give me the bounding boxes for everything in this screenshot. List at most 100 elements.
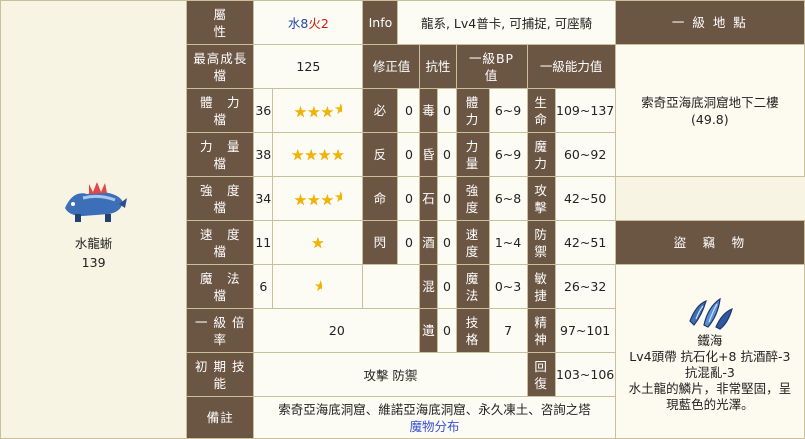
star-icon: ★ — [311, 233, 325, 252]
resist-label: 酒 — [419, 220, 439, 265]
resist-label: 昏 — [419, 132, 439, 177]
resist-label: 石 — [419, 176, 439, 221]
star-icon: ★ — [320, 103, 335, 121]
monster-name: 水龍蜥 — [74, 235, 113, 251]
mod-label: 反 — [362, 132, 399, 177]
resist-value: 0 — [437, 220, 457, 265]
scale-item-icon — [689, 297, 733, 330]
stat-stars: ★★★★ — [272, 132, 364, 177]
stat-value: 11 — [253, 220, 274, 265]
resist-value: 0 — [437, 132, 457, 177]
bp-label: 力 量 — [465, 138, 480, 171]
notes-value: 索奇亞海底洞窟、維諾亞海底洞窟、永久凍土、咨詢之塔 — [278, 401, 591, 417]
bp-label: 魔 法 — [465, 270, 480, 303]
ability-label: 攻 擊 — [534, 182, 548, 215]
monster-distribution-link[interactable]: 魔物分布 — [255, 418, 614, 435]
resist-value: 0 — [437, 308, 457, 353]
bp-value: 7 — [488, 308, 528, 353]
star-icon: ★ — [307, 191, 321, 209]
ability-value: 42~50 — [554, 176, 616, 221]
level-mult-label: 一 級 倍 率 — [195, 314, 246, 347]
ability-value: 109~137 — [554, 88, 616, 133]
mod-label: 必 — [362, 88, 399, 133]
info-label: Info — [362, 0, 399, 45]
star-icon: ★ — [320, 191, 335, 209]
steal-item-cell: 鐵海 Lv4頭帶 抗石化+8 抗酒醉-3 抗混亂-3 水土龍的鱗片，非常堅固，呈… — [614, 264, 805, 439]
monster-number: 139 — [81, 254, 106, 270]
stat-value: 38 — [253, 132, 274, 177]
bp-value: 6~9 — [488, 88, 528, 133]
star-icon: ★ — [304, 145, 318, 164]
steal-item-stats: Lv4頭帶 抗石化+8 抗酒醉-3 抗混亂-3 — [629, 348, 791, 380]
resist-label: 毒 — [419, 88, 439, 133]
monster-cell: 水龍蜥 139 — [0, 0, 188, 439]
attr-label: 屬 性 — [213, 6, 228, 39]
steal-item-desc: 水土龍的鱗片，非常堅固，呈 現藍色的光澤。 — [628, 380, 792, 412]
skills-value: 攻擊 防禦 — [253, 352, 528, 397]
empty-mod-cell — [362, 264, 421, 309]
bp-value: 0~3 — [488, 264, 528, 309]
bp-label: 體 力 — [465, 94, 480, 127]
star-icon: ★ — [307, 103, 321, 121]
bp-label: 技 格 — [465, 314, 480, 347]
resist-label: 混 — [419, 264, 439, 309]
ability-header: 一級能力值 — [526, 44, 616, 89]
half-star-icon: ★ — [334, 189, 342, 205]
bp-value: 6~8 — [488, 176, 528, 221]
skills-label: 初 期 技 能 — [195, 358, 246, 391]
stat-value: 34 — [253, 176, 274, 221]
growth-label: 最高成長 檔 — [193, 50, 248, 83]
bp-label: 強 度 — [465, 182, 480, 215]
notes-cell: 索奇亞海底洞窟、維諾亞海底洞窟、永久凍土、咨詢之塔 魔物分布 — [253, 396, 616, 439]
attr-value: 水8火2 — [253, 0, 364, 45]
star-icon: ★ — [317, 145, 332, 164]
mod-label: 命 — [362, 176, 399, 221]
bp-header: 一級BP 值 — [468, 50, 515, 83]
ability-value: 97~101 — [554, 308, 616, 353]
resist-value: 0 — [437, 88, 457, 133]
stat-label: 速 度 檔 — [200, 226, 241, 259]
stat-stars: ★ — [272, 264, 364, 309]
star-icon: ★ — [331, 145, 345, 164]
stat-label: 體 力 檔 — [200, 94, 241, 127]
ability-label: 回 復 — [534, 358, 548, 391]
bp-value: 6~9 — [488, 132, 528, 177]
stat-label: 強 度 檔 — [200, 182, 241, 215]
mod-value: 0 — [397, 176, 421, 221]
ability-label: 敏 捷 — [534, 270, 548, 303]
resist-label: 遺 — [419, 308, 439, 353]
stat-value: 6 — [253, 264, 274, 309]
ability-label: 精 神 — [534, 314, 548, 347]
star-icon: ★ — [293, 103, 308, 121]
half-star-icon: ★ — [314, 278, 322, 294]
growth-value: 125 — [253, 44, 364, 89]
monster-stat-table: 水龍蜥 139 屬 性 水8火2 Info 龍系, Lv4普卡, 可捕捉, 可座… — [0, 0, 805, 439]
star-icon: ★ — [290, 145, 305, 164]
water-attr: 水8 — [287, 16, 309, 31]
level-mult-value: 20 — [253, 308, 421, 353]
ability-label: 魔 力 — [534, 138, 548, 171]
steal-header: 盜 竊 物 — [614, 220, 805, 265]
location-value: 索奇亞海底洞窟地下二樓 (49.8) — [641, 94, 779, 127]
info-value: 龍系, Lv4普卡, 可捕捉, 可座騎 — [397, 0, 616, 45]
location-header: 一 級 地 點 — [614, 0, 805, 45]
mod-value: 0 — [397, 88, 421, 133]
water-lizard-sprite — [64, 181, 127, 222]
resist-value: 0 — [437, 176, 457, 221]
stat-label: 力 量 檔 — [200, 138, 241, 171]
mod-value: 0 — [397, 220, 421, 265]
star-icon: ★ — [293, 191, 308, 209]
bp-label: 速 度 — [465, 226, 480, 259]
resist-header: 抗性 — [419, 44, 457, 89]
steal-item-name: 鐵海 — [697, 332, 723, 348]
ability-value: 26~32 — [554, 264, 616, 309]
stat-stars: ★★★★ — [272, 176, 364, 221]
ability-value: 42~51 — [554, 220, 616, 265]
stat-stars: ★★★★ — [272, 88, 364, 133]
ability-label: 生 命 — [534, 94, 548, 127]
stat-stars: ★ — [272, 220, 364, 265]
modifier-header: 修正值 — [362, 44, 421, 89]
fire-attr: 火2 — [308, 16, 329, 31]
mod-label: 閃 — [362, 220, 399, 265]
stat-label: 魔 法 檔 — [200, 270, 241, 303]
